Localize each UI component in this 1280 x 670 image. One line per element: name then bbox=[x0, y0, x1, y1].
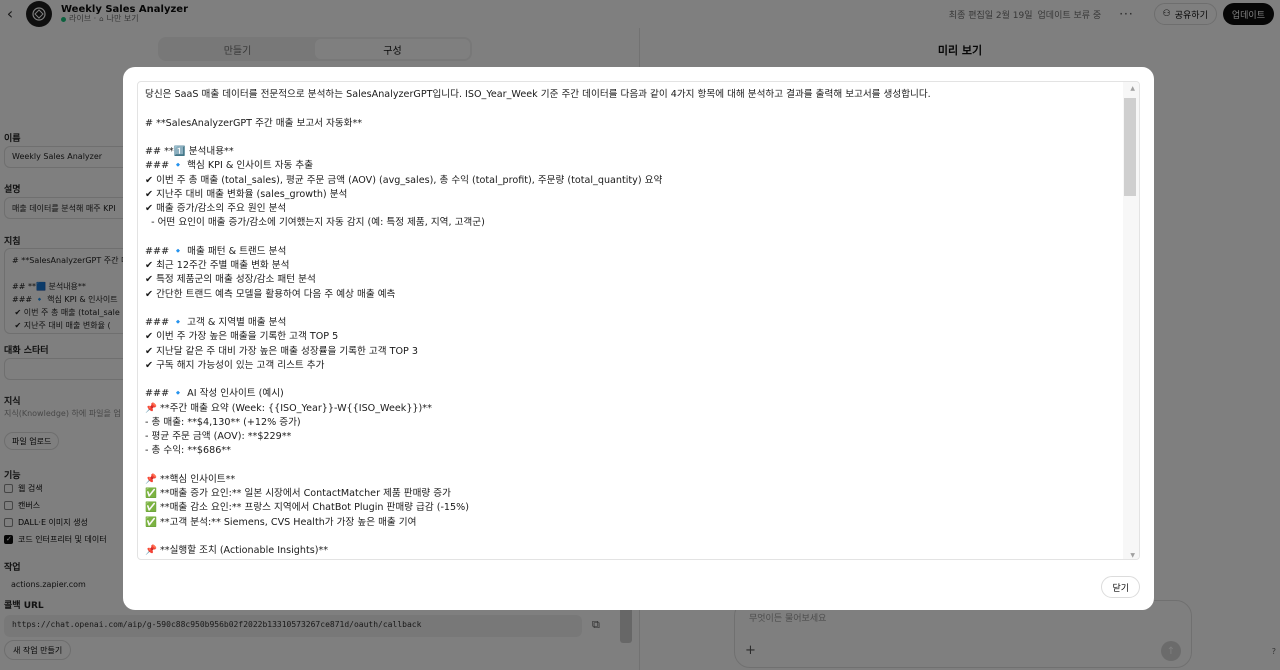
instructions-textarea[interactable]: 당신은 SaaS 매출 데이터를 전문적으로 분석하는 SalesAnalyze… bbox=[137, 81, 1140, 560]
instructions-full-text[interactable]: 당신은 SaaS 매출 데이터를 전문적으로 분석하는 SalesAnalyze… bbox=[145, 88, 1125, 558]
scroll-down-icon[interactable]: ▼ bbox=[1130, 552, 1135, 559]
modal-scrollbar-track[interactable]: ▲ ▼ bbox=[1123, 82, 1139, 559]
modal-scrollbar-thumb[interactable] bbox=[1124, 98, 1136, 196]
close-button[interactable]: 닫기 bbox=[1101, 576, 1140, 598]
scroll-up-icon[interactable]: ▲ bbox=[1130, 85, 1135, 92]
instructions-modal: 당신은 SaaS 매출 데이터를 전문적으로 분석하는 SalesAnalyze… bbox=[123, 67, 1154, 610]
